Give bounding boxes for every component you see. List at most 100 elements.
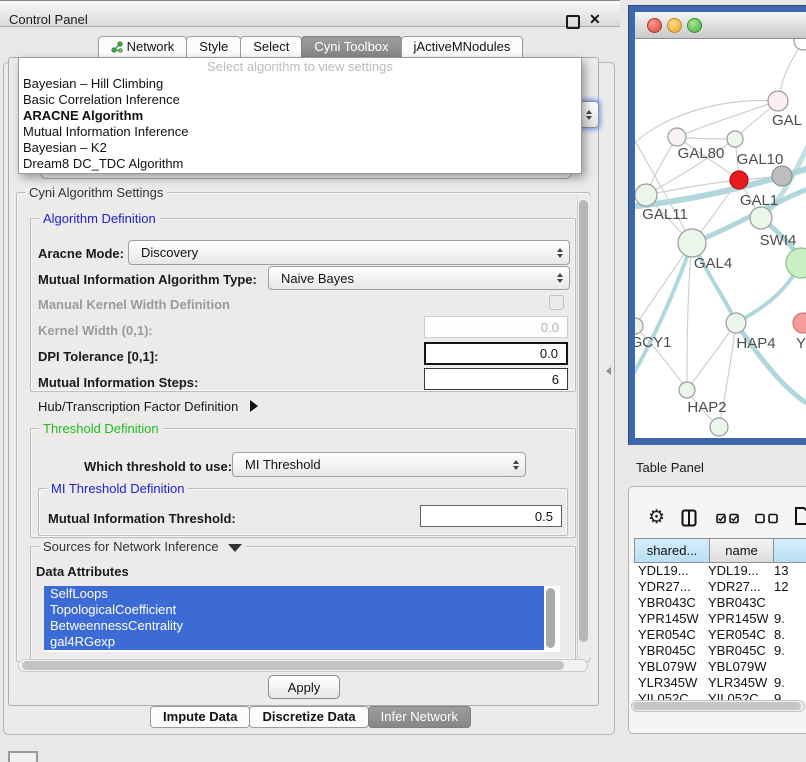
algorithm-option[interactable]: ARACNE Algorithm <box>19 108 581 124</box>
page-icon[interactable] <box>794 506 806 526</box>
table-cell: YLR345W <box>630 675 702 691</box>
mi-threshold-definition-title: MI Threshold Definition <box>47 481 188 496</box>
network-canvas[interactable]: GALGAL80GAL10GAL1GAL11SWI4GAL4GCY1HAP4YH… <box>635 39 806 438</box>
node-swi4[interactable] <box>750 207 772 229</box>
minimize-traffic-light-icon[interactable] <box>667 18 682 33</box>
tab-infer-network[interactable]: Infer Network <box>368 706 471 728</box>
node-hap2[interactable] <box>679 382 695 398</box>
node[interactable] <box>710 418 728 436</box>
node-label-gcy1: GCY1 <box>635 334 671 351</box>
close-icon[interactable]: ✕ <box>589 11 601 28</box>
data-attributes-list: SelfLoopsTopologicalCoefficientBetweenne… <box>44 586 560 652</box>
algorithm-option[interactable]: Bayesian – K2 <box>19 140 581 156</box>
table-row[interactable]: YBL079WYBL079W <box>630 659 806 675</box>
table-cell: YER054C <box>702 627 768 643</box>
stepper-arrows-icon <box>557 273 563 283</box>
table-cell: 8. <box>768 627 806 643</box>
which-threshold-select[interactable]: MI Threshold <box>232 452 526 477</box>
table-row[interactable]: YBR045CYBR045C9. <box>630 643 806 659</box>
algorithm-option[interactable]: Basic Correlation Inference <box>19 92 581 108</box>
node-gal4[interactable] <box>678 229 706 257</box>
table-row[interactable]: YER054CYER054C8. <box>630 627 806 643</box>
inference-algorithm-combobox-stepper[interactable] <box>579 101 599 128</box>
column-header-partial[interactable] <box>773 538 806 563</box>
node[interactable] <box>786 248 806 278</box>
node-y[interactable] <box>793 313 806 333</box>
manual-kernel-width-checkbox[interactable] <box>549 295 564 310</box>
checked-pair-icon[interactable] <box>716 513 740 524</box>
algorithm-option[interactable]: Bayesian – Hill Climbing <box>19 76 581 92</box>
stepper-arrows-icon <box>557 248 563 258</box>
close-traffic-light-icon[interactable] <box>647 18 662 33</box>
data-attributes-label: Data Attributes <box>36 564 129 579</box>
node-table[interactable]: YDL19...YDL19...13YDR27...YDR27...12YBR0… <box>630 563 806 701</box>
tab-impute-data[interactable]: Impute Data <box>150 706 250 728</box>
node-label-swi4: SWI4 <box>760 232 797 249</box>
table-cell <box>768 659 806 675</box>
node[interactable] <box>794 39 806 50</box>
table-horizontal-scrollbar-thumb[interactable] <box>633 702 801 710</box>
mi-steps-field[interactable]: 6 <box>424 368 568 390</box>
stepper-arrows-icon <box>586 110 592 120</box>
hub-definition-toggle[interactable]: Hub/Transcription Factor Definition <box>38 399 258 414</box>
minimized-panel-icon[interactable] <box>8 751 38 762</box>
tab-style[interactable]: Style <box>186 36 241 58</box>
table-row[interactable]: YBR043CYBR043C <box>630 595 806 611</box>
tab-select[interactable]: Select <box>240 36 302 58</box>
column-header-shared[interactable]: shared... <box>634 538 709 563</box>
tab-jactivemnodules[interactable]: jActiveMNodules <box>401 36 524 58</box>
node[interactable] <box>772 166 792 186</box>
tab-cyni-toolbox[interactable]: Cyni Toolbox <box>301 36 401 58</box>
settings-vertical-scrollbar-thumb[interactable] <box>579 200 588 642</box>
collapse-down-icon <box>228 544 242 552</box>
table-row[interactable]: YDL19...YDL19...13 <box>630 563 806 579</box>
node-gal11[interactable] <box>635 184 657 206</box>
tab-network[interactable]: Network <box>98 36 188 58</box>
hub-definition-label: Hub/Transcription Factor Definition <box>38 399 238 414</box>
table-row[interactable]: YDR27...YDR27...12 <box>630 579 806 595</box>
sources-group-title[interactable]: Sources for Network Inference <box>39 539 246 554</box>
table-row[interactable]: YPR145WYPR145W9. <box>630 611 806 627</box>
network-window-titlebar[interactable] <box>635 12 806 39</box>
gear-icon[interactable]: ⚙ <box>648 506 665 529</box>
algorithm-option[interactable]: Mutual Information Inference <box>19 124 581 140</box>
kernel-width-label: Kernel Width (0,1): <box>38 323 153 338</box>
float-window-icon[interactable] <box>566 15 580 29</box>
attribute-list-scrollbar-thumb[interactable] <box>546 588 555 648</box>
tab-label: Cyni Toolbox <box>314 37 388 57</box>
tab-label: jActiveMNodules <box>414 37 511 57</box>
node-gcy1[interactable] <box>635 318 643 334</box>
table-cell: YBR045C <box>630 643 702 659</box>
node-gal1[interactable] <box>730 171 748 189</box>
settings-horizontal-scrollbar-thumb[interactable] <box>22 661 564 670</box>
attribute-item[interactable]: BetweennessCentrality <box>44 618 544 634</box>
dpi-tolerance-label: DPI Tolerance [0,1]: <box>38 349 158 364</box>
table-cell: YBL079W <box>702 659 768 675</box>
zoom-traffic-light-icon[interactable] <box>687 18 702 33</box>
attribute-item[interactable]: SelfLoops <box>44 586 544 602</box>
split-pane-collapse-icon[interactable] <box>606 367 611 375</box>
column-header-name[interactable]: name <box>709 538 773 563</box>
node-gal[interactable] <box>768 91 788 111</box>
tab-discretize-data[interactable]: Discretize Data <box>249 706 368 728</box>
node-hap4[interactable] <box>726 313 746 333</box>
apply-button[interactable]: Apply <box>268 675 340 699</box>
node-gal80[interactable] <box>668 128 686 146</box>
mi-algorithm-type-select[interactable]: Naive Bayes <box>268 266 570 290</box>
node-label-gal80: GAL80 <box>678 145 725 162</box>
dpi-tolerance-field[interactable]: 0.0 <box>424 342 568 365</box>
node-gal10[interactable] <box>727 131 743 147</box>
columns-icon[interactable] <box>681 509 697 527</box>
attribute-item[interactable]: gal4RGexp <box>44 634 544 650</box>
table-cell: 12 <box>768 579 806 595</box>
algorithm-option[interactable]: Dream8 DC_TDC Algorithm <box>19 156 581 172</box>
sources-title-text: Sources for Network Inference <box>43 539 219 554</box>
algorithm-dropdown-list: Select algorithm to view settings Bayesi… <box>18 57 582 174</box>
mi-threshold-field[interactable]: 0.5 <box>420 505 562 527</box>
mi-algorithm-type-label: Mutual Information Algorithm Type: <box>38 272 257 287</box>
unchecked-pair-icon[interactable] <box>755 513 779 524</box>
table-cell: YLR345W <box>702 675 768 691</box>
table-row[interactable]: YLR345WYLR345W9. <box>630 675 806 691</box>
aracne-mode-select[interactable]: Discovery <box>128 240 570 265</box>
attribute-item[interactable]: TopologicalCoefficient <box>44 602 544 618</box>
